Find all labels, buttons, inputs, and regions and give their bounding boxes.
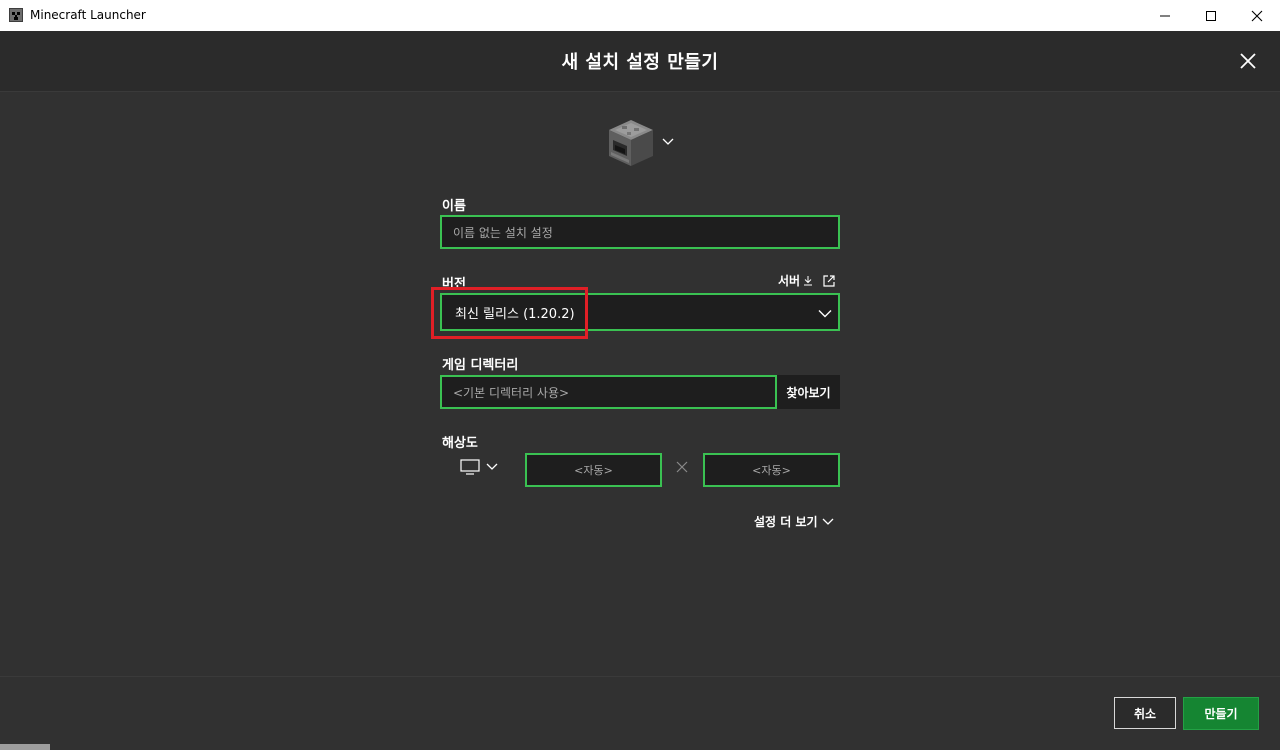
server-link-label: 서버 (778, 274, 801, 288)
installation-icon-picker[interactable] (607, 118, 677, 170)
name-label: 이름 (442, 199, 466, 214)
chevron-down-icon (818, 310, 832, 318)
resolution-height-input[interactable]: <자동> (703, 453, 840, 487)
resolution-label: 해상도 (442, 436, 478, 451)
version-highlight-annotation (431, 287, 588, 339)
resolution-width-input[interactable]: <자동> (525, 453, 662, 487)
name-input[interactable]: 이름 없는 설치 설정 (440, 215, 840, 249)
create-button[interactable]: 만들기 (1183, 697, 1259, 730)
more-settings-toggle[interactable]: 설정 더 보기 (754, 513, 834, 530)
game-directory-input[interactable]: <기본 디렉터리 사용> (440, 375, 777, 409)
dialog-close-icon[interactable] (1238, 51, 1258, 71)
monitor-icon (460, 459, 480, 475)
external-link-icon (823, 274, 835, 287)
close-icon (1251, 10, 1263, 21)
more-settings-label: 설정 더 보기 (754, 515, 818, 529)
furnace-icon (609, 120, 653, 166)
window-titlebar: Minecraft Launcher (0, 0, 1280, 32)
window-close-button[interactable] (1234, 0, 1280, 31)
times-icon (676, 461, 688, 473)
game-directory-label: 게임 디렉터리 (442, 358, 519, 373)
minimize-button[interactable] (1142, 0, 1188, 31)
minecraft-creeper-icon (9, 8, 23, 22)
dialog-header: 새 설치 설정 만들기 (0, 31, 1280, 92)
chevron-down-icon (662, 138, 674, 145)
chevron-down-icon (822, 518, 834, 525)
window-title: Minecraft Launcher (30, 8, 146, 22)
scrollbar-thumb[interactable] (0, 744, 50, 750)
browse-button[interactable]: 찾아보기 (777, 375, 840, 409)
chevron-down-icon (486, 463, 498, 470)
dialog-title: 새 설치 설정 만들기 (561, 52, 719, 73)
resolution-preset-select[interactable] (460, 459, 498, 475)
maximize-button[interactable] (1188, 0, 1234, 31)
minimize-icon (1160, 15, 1170, 16)
footer-divider (0, 676, 1280, 677)
server-download-link[interactable]: 서버 (778, 272, 836, 289)
download-icon (804, 276, 813, 286)
maximize-icon (1206, 10, 1216, 21)
cancel-button[interactable]: 취소 (1114, 697, 1176, 729)
